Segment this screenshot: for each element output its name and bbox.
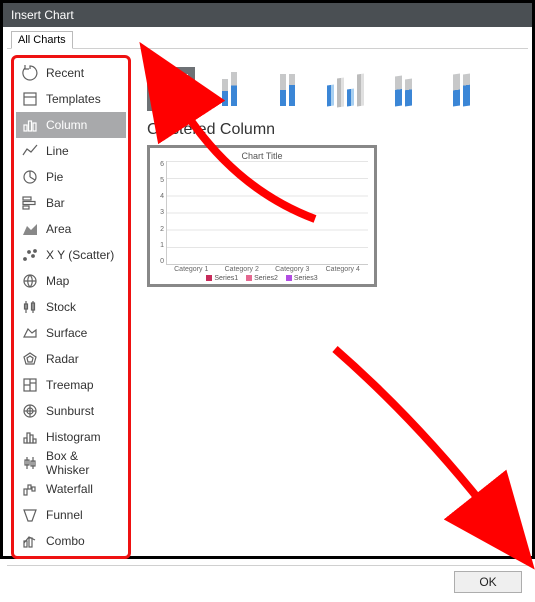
sidebar-item-label: X Y (Scatter) (46, 248, 114, 262)
ok-button[interactable]: OK (454, 571, 522, 593)
ok-button-label: OK (479, 575, 496, 589)
sidebar-item-waterfall[interactable]: Waterfall (16, 476, 126, 502)
sidebar-item-label: Pie (46, 170, 63, 184)
sidebar-item-label: Area (46, 222, 71, 236)
subtype-row (147, 59, 518, 111)
sidebar-item-scatter[interactable]: X Y (Scatter) (16, 242, 126, 268)
subtype-clustered-column[interactable] (147, 67, 195, 111)
sidebar-item-label: Histogram (46, 430, 101, 444)
sidebar-item-bar[interactable]: Bar (16, 190, 126, 216)
sidebar-item-column[interactable]: Column (16, 112, 126, 138)
legend: Series1Series2Series3 (156, 275, 368, 282)
recent-icon (22, 65, 38, 81)
sidebar-item-templates[interactable]: Templates (16, 86, 126, 112)
sidebar-item-label: Stock (46, 300, 76, 314)
chart-title: Chart Title (156, 151, 368, 161)
subtype-3d-stacked-column[interactable] (379, 67, 427, 111)
sidebar-item-pie[interactable]: Pie (16, 164, 126, 190)
sidebar-item-combo[interactable]: Combo (16, 528, 126, 554)
tab-label: All Charts (18, 34, 66, 46)
subtype-3d-100-stacked-column[interactable] (437, 67, 485, 111)
scatter-icon (22, 247, 38, 263)
dialog-body: All Charts Recent (3, 27, 532, 602)
sunburst-icon (22, 403, 38, 419)
tab-all-charts[interactable]: All Charts (11, 31, 73, 49)
chart-preview[interactable]: Chart Title 6543210 Category 1Category 2… (147, 145, 377, 287)
sidebar-item-line[interactable]: Line (16, 138, 126, 164)
histogram-icon (22, 429, 38, 445)
sidebar-item-sunburst[interactable]: Sunburst (16, 398, 126, 424)
tab-row: All Charts (7, 31, 528, 49)
radar-icon (22, 351, 38, 367)
line-icon (22, 143, 38, 159)
window-title: Insert Chart (11, 8, 74, 22)
sidebar-item-radar[interactable]: Radar (16, 346, 126, 372)
sidebar-item-funnel[interactable]: Funnel (16, 502, 126, 528)
map-icon (22, 273, 38, 289)
sidebar-item-label: Combo (46, 534, 85, 548)
arrow-annotation-ok (325, 339, 505, 532)
waterfall-icon (22, 481, 38, 497)
subtype-100-stacked-column[interactable] (263, 67, 311, 111)
dialog-footer: OK (7, 565, 528, 598)
content-area: Recent Templates Column (7, 48, 528, 565)
sidebar-item-surface[interactable]: Surface (16, 320, 126, 346)
x-axis: Category 1Category 2Category 3Category 4 (156, 266, 368, 273)
sidebar-item-label: Map (46, 274, 69, 288)
sidebar-item-boxwhisker[interactable]: Box & Whisker (16, 450, 126, 476)
stock-icon (22, 299, 38, 315)
sidebar-item-map[interactable]: Map (16, 268, 126, 294)
sidebar-item-histogram[interactable]: Histogram (16, 424, 126, 450)
sidebar-item-stock[interactable]: Stock (16, 294, 126, 320)
sidebar-item-label: Bar (46, 196, 65, 210)
funnel-icon (22, 507, 38, 523)
plot-area: 6543210 (156, 161, 368, 265)
sidebar-item-label: Treemap (46, 378, 94, 392)
insert-chart-dialog: Insert Chart All Charts Recent (0, 0, 535, 559)
sidebar-item-treemap[interactable]: Treemap (16, 372, 126, 398)
sidebar-item-label: Box & Whisker (46, 449, 120, 477)
boxwhisker-icon (22, 455, 38, 471)
sidebar-item-label: Recent (46, 66, 84, 80)
chart-category-sidebar: Recent Templates Column (7, 49, 135, 565)
sidebar-item-area[interactable]: Area (16, 216, 126, 242)
titlebar: Insert Chart (3, 3, 532, 27)
subtype-3d-clustered-column[interactable] (321, 67, 369, 111)
chart-subtype-panel: Clustered Column Chart Title 6543210 Cat… (135, 49, 528, 565)
pie-icon (22, 169, 38, 185)
sidebar-item-label: Templates (46, 92, 101, 106)
sidebar-item-label: Funnel (46, 508, 83, 522)
sidebar-item-label: Surface (46, 326, 87, 340)
sidebar-highlight-annotation: Recent Templates Column (11, 55, 131, 559)
sidebar-item-label: Column (46, 118, 87, 132)
chart-grid (166, 161, 368, 265)
subtype-title: Clustered Column (147, 121, 518, 139)
area-icon (22, 221, 38, 237)
combo-icon (22, 533, 38, 549)
sidebar-item-recent[interactable]: Recent (16, 60, 126, 86)
sidebar-item-label: Line (46, 144, 69, 158)
column-icon (22, 117, 38, 133)
bar-icon (22, 195, 38, 211)
subtype-stacked-column[interactable] (205, 67, 253, 111)
surface-icon (22, 325, 38, 341)
y-axis: 6543210 (156, 161, 166, 265)
sidebar-item-label: Radar (46, 352, 79, 366)
sidebar-item-label: Waterfall (46, 482, 93, 496)
sidebar-item-label: Sunburst (46, 404, 94, 418)
treemap-icon (22, 377, 38, 393)
templates-icon (22, 91, 38, 107)
